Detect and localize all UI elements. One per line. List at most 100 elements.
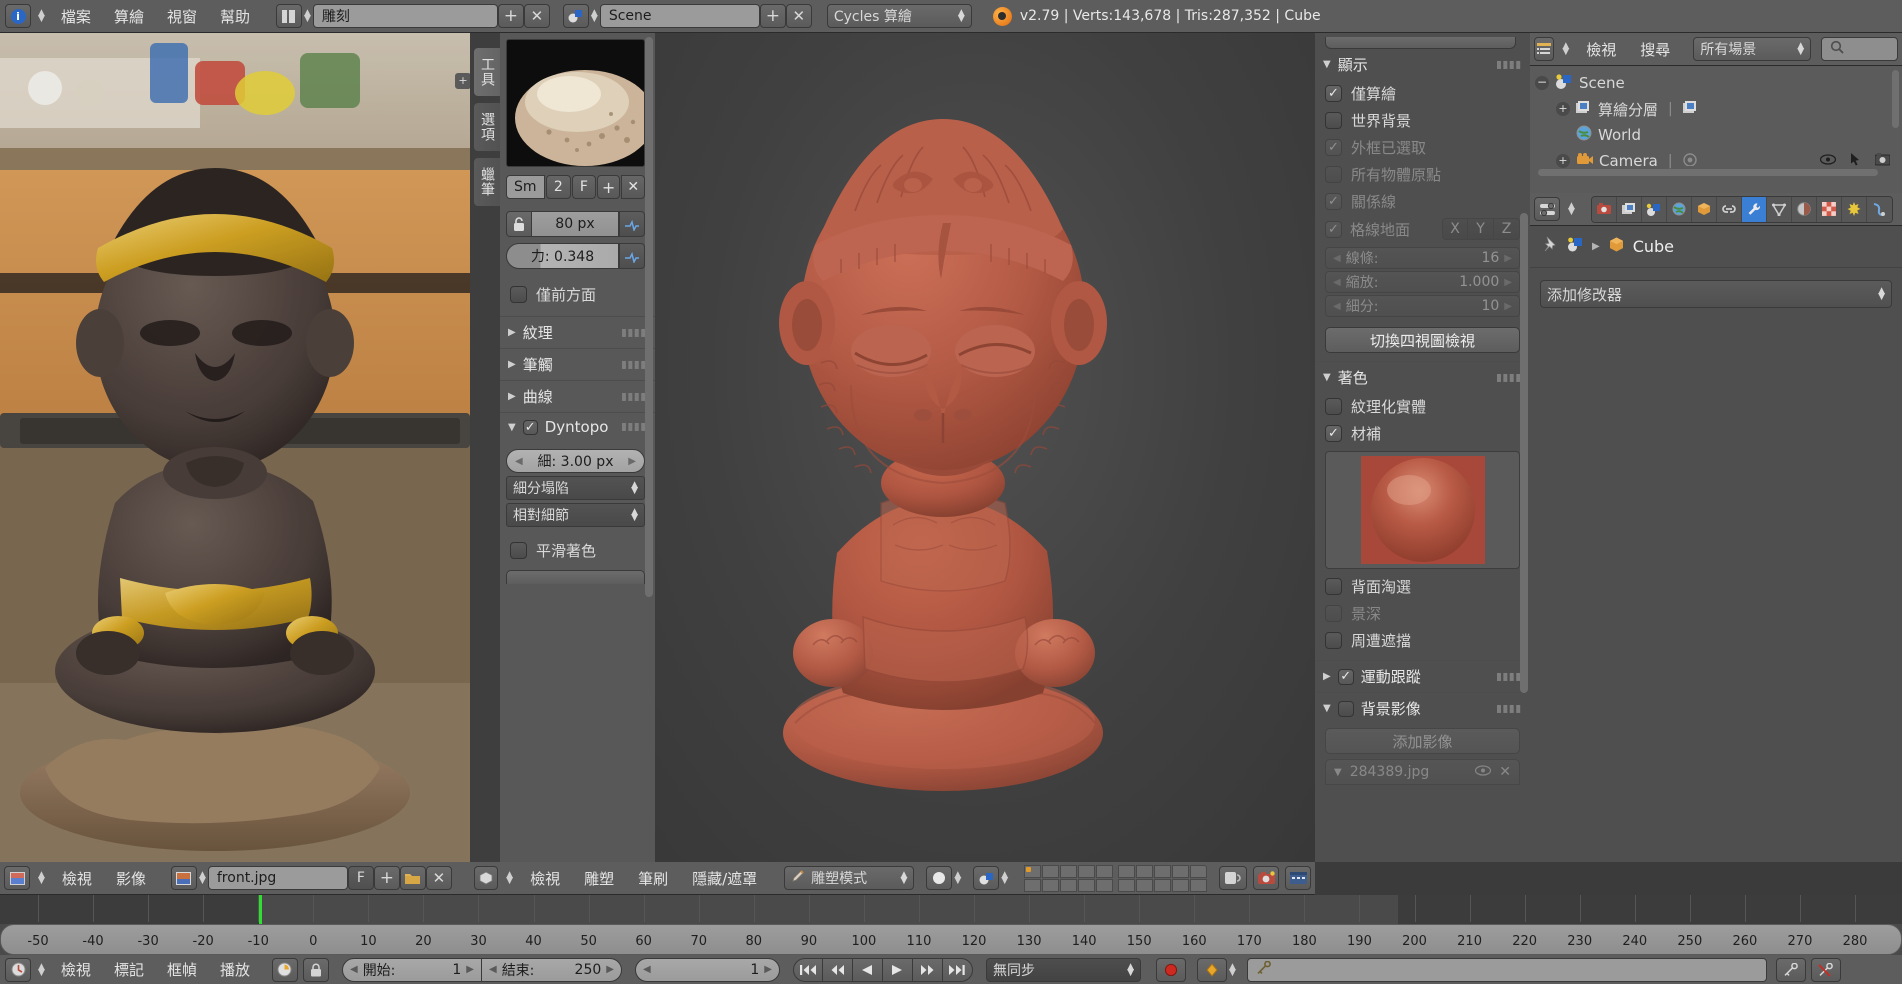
cursor-select-icon[interactable] — [1850, 152, 1861, 170]
outliner-row-world[interactable]: World — [1530, 122, 1902, 148]
sync-mode-dropdown[interactable]: 無同步 ▲ ▼ — [985, 957, 1141, 982]
scene-tab-icon[interactable] — [1641, 196, 1667, 222]
delete-scene-button[interactable]: ✕ — [785, 4, 812, 28]
smooth-shading-checkbox[interactable] — [510, 542, 527, 559]
add-scene-button[interactable]: + — [759, 4, 786, 28]
menu-image[interactable]: 影像 — [107, 866, 155, 891]
chevron-right-icon[interactable]: ▶ — [466, 964, 474, 975]
renderlayers-icon[interactable] — [1682, 100, 1699, 118]
lock-icon[interactable] — [302, 957, 329, 982]
shading-ambient-occlusion-row[interactable]: 周遭遮擋 — [1315, 627, 1530, 654]
editor-type-spinner[interactable]: ▲ ▼ — [36, 9, 47, 24]
render-image-icon[interactable] — [1253, 866, 1280, 890]
outliner-editor-icon[interactable] — [1534, 37, 1555, 61]
autokey-icon[interactable] — [271, 957, 298, 982]
brush-radius-field[interactable]: 80 px — [532, 211, 619, 237]
grid-scale-field[interactable]: ◀ 縮放: 1.000 ▶ — [1325, 271, 1520, 293]
grid-subdivisions-field[interactable]: ◀ 細分: 10 ▶ — [1325, 295, 1520, 317]
keyingset-icon[interactable] — [1196, 957, 1227, 982]
menu-view[interactable]: 檢視 — [1577, 37, 1625, 62]
image-editor-canvas[interactable]: + — [0, 33, 470, 862]
chevron-right-icon[interactable]: ▶ — [1504, 277, 1512, 288]
background-image-entry[interactable]: ▼ 284389.jpg ✕ — [1325, 759, 1520, 785]
chevron-left-icon[interactable]: ◀ — [1333, 277, 1341, 288]
panel-stroke[interactable]: ▶ 筆觸 ▪▪▪▪ ▪▪▪▪ — [500, 348, 655, 380]
add-modifier-dropdown[interactable]: 添加修改器 ▲ ▼ — [1540, 280, 1892, 308]
lock-camera-icon[interactable] — [1219, 866, 1248, 890]
chevron-right-icon[interactable]: ▶ — [764, 964, 772, 975]
camera-data-icon[interactable] — [1682, 152, 1698, 170]
display-only-render-row[interactable]: ✓ 僅算繪 — [1315, 80, 1530, 107]
shading-textured-solid-row[interactable]: 紋理化實體 — [1315, 393, 1530, 420]
shading-backface-culling-row[interactable]: 背面淘選 — [1315, 573, 1530, 600]
shading-depth-of-field-row[interactable]: 景深 — [1315, 600, 1530, 627]
scene-name-field[interactable]: Scene — [599, 4, 760, 28]
render-engine-dropdown[interactable]: Cycles 算繪 ▲ ▼ — [826, 4, 972, 28]
add-background-image-button[interactable]: 添加影像 — [1325, 728, 1520, 754]
chevron-left-icon[interactable]: ◀ — [515, 456, 523, 467]
editor-type-spinner[interactable]: ▲ ▼ — [36, 962, 47, 977]
dyntopo-checkbox[interactable]: ✓ — [522, 419, 538, 435]
shading-ambient-occlusion-checkbox[interactable] — [1325, 632, 1342, 649]
menu-search[interactable]: 搜尋 — [1631, 37, 1679, 62]
prev-keyframe-icon[interactable] — [822, 957, 853, 982]
dyntopo-detail-size-field[interactable]: ◀ 細: 3.00 px ▶ — [506, 449, 645, 473]
display-world-background-row[interactable]: 世界背景 — [1315, 107, 1530, 134]
world-tab-icon[interactable] — [1666, 196, 1692, 222]
menu-brush[interactable]: 筆刷 — [629, 866, 677, 891]
expand-icon[interactable]: + — [1556, 154, 1570, 168]
eye-icon[interactable] — [1819, 153, 1837, 169]
expand-icon[interactable]: + — [1556, 102, 1570, 116]
tab-grease-pencil[interactable]: 蠟筆 — [473, 157, 500, 207]
render-tab-icon[interactable] — [1591, 196, 1617, 222]
chevron-down-icon[interactable]: ▼ — [1334, 767, 1342, 778]
new-image-button[interactable]: + — [373, 866, 400, 890]
editor-type-spinner[interactable]: ▲ ▼ — [504, 871, 515, 886]
menu-view[interactable]: 檢視 — [53, 866, 101, 891]
image-datablock-icon[interactable] — [170, 866, 197, 890]
tool-shelf-scrollbar[interactable] — [645, 37, 653, 597]
menu-view[interactable]: 檢視 — [52, 957, 100, 982]
current-frame-field[interactable]: ◀ 1 ▶ — [634, 957, 780, 982]
background-images-checkbox[interactable] — [1337, 700, 1354, 717]
image-view-overlay-icon[interactable]: + — [455, 73, 470, 89]
outliner-vertical-scrollbar[interactable] — [1892, 70, 1899, 128]
menu-window[interactable]: 視窗 — [158, 4, 206, 29]
solid-shading-icon[interactable] — [926, 866, 953, 890]
delete-keyframe-icon[interactable] — [1810, 957, 1841, 982]
toggle-quad-view-button[interactable]: 切換四視圖檢視 — [1325, 327, 1520, 353]
menu-sculpt[interactable]: 雕塑 — [575, 866, 623, 891]
pressure-icon[interactable] — [619, 211, 645, 237]
brush-unlink-button[interactable]: ✕ — [621, 175, 645, 199]
scene-layers-icon[interactable] — [1024, 864, 1208, 892]
next-keyframe-icon[interactable] — [912, 957, 943, 982]
view3d-editor-icon[interactable] — [474, 866, 499, 890]
panel-motion-tracking-header[interactable]: ▶ ✓ 運動跟蹤 ▪▪▪▪ ▪▪▪▪ — [1315, 660, 1530, 692]
texture-tab-icon[interactable] — [1816, 196, 1842, 222]
panel-curve[interactable]: ▶ 曲線 ▪▪▪▪ ▪▪▪▪ — [500, 380, 655, 412]
display-floor-grid-checkbox[interactable]: ✓ — [1325, 220, 1342, 238]
keyingset-field[interactable] — [1246, 957, 1767, 982]
chevron-right-icon[interactable]: ▶ — [1504, 301, 1512, 312]
physics-tab-icon[interactable] — [1866, 196, 1892, 222]
brush-name-field[interactable]: Sm — [506, 175, 545, 199]
menu-render[interactable]: 算繪 — [105, 4, 153, 29]
keyingset-spinner[interactable]: ▲ ▼ — [1227, 962, 1238, 977]
outliner-row-renderlayers[interactable]: + 算繪分層 | — [1530, 96, 1902, 122]
menu-help[interactable]: 幫助 — [211, 4, 259, 29]
pivot-icon[interactable] — [973, 866, 1000, 890]
modifiers-tab-icon[interactable] — [1741, 196, 1767, 222]
tab-options[interactable]: 選項 — [473, 102, 500, 152]
axis-z-toggle[interactable]: Z — [1494, 218, 1520, 240]
pressure-icon[interactable] — [619, 243, 645, 269]
editor-type-spinner[interactable]: ▲ ▼ — [36, 871, 47, 886]
brush-users-button[interactable]: 2 — [545, 175, 572, 199]
screen-layout-icon[interactable] — [275, 4, 302, 28]
chevron-left-icon[interactable]: ◀ — [1333, 301, 1341, 312]
shading-backface-culling-checkbox[interactable] — [1325, 578, 1342, 595]
shading-spinner[interactable]: ▲ ▼ — [952, 871, 963, 886]
close-icon[interactable]: ✕ — [1499, 764, 1511, 780]
scene-spinner[interactable]: ▲ ▼ — [589, 9, 600, 24]
display-outline-selected-checkbox[interactable]: ✓ — [1325, 139, 1342, 156]
motion-tracking-checkbox[interactable]: ✓ — [1337, 668, 1354, 685]
